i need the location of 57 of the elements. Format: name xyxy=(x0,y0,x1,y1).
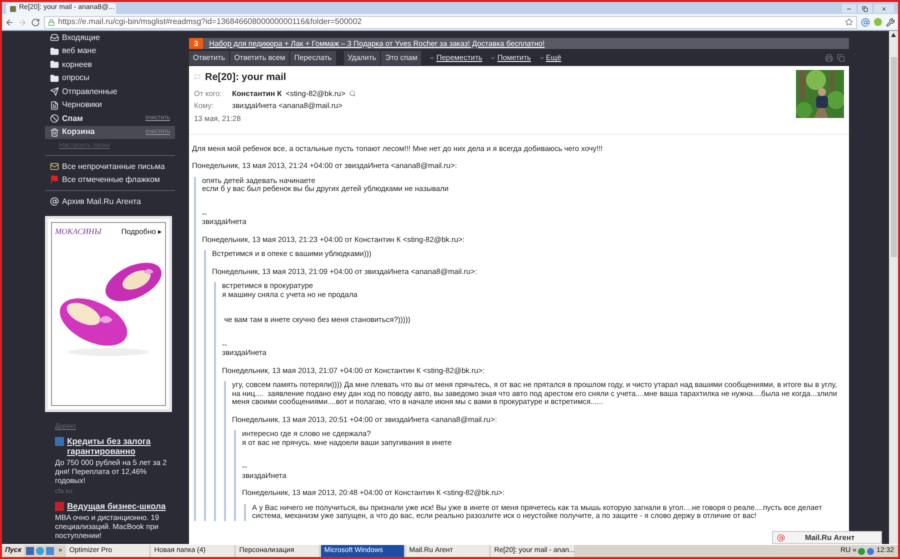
address-field[interactable]: https://e.mail.ru/cgi-bin/msglist#readmsg?id=13684660800000000116&folder=500002 xyxy=(44,16,857,28)
at-icon xyxy=(50,197,59,206)
ad-title-link[interactable]: Кредиты без залога гарантированно xyxy=(67,436,167,456)
caret-icon xyxy=(538,55,545,61)
folder-label: Черновики xyxy=(62,99,102,112)
ban-icon xyxy=(50,114,59,124)
settings-icon[interactable] xyxy=(886,18,895,26)
folder-item[interactable]: Черновики xyxy=(45,98,175,112)
print-icon[interactable] xyxy=(825,54,833,62)
reload-icon[interactable] xyxy=(31,18,40,26)
send-icon xyxy=(50,87,59,96)
caret-icon xyxy=(490,55,496,61)
caret-icon xyxy=(429,55,436,61)
folder-item[interactable]: веб мане xyxy=(45,44,175,58)
restore-button[interactable] xyxy=(858,4,872,13)
copy-icon[interactable] xyxy=(837,54,845,62)
folder-item[interactable]: Отправленные xyxy=(45,85,175,98)
app-icon[interactable] xyxy=(46,547,54,555)
folder-item[interactable]: корнеев xyxy=(45,58,175,72)
minimize-button[interactable] xyxy=(842,4,856,13)
restore-icon xyxy=(862,6,868,12)
envelope-icon xyxy=(50,162,59,171)
flag-icon xyxy=(50,175,59,184)
forward-icon[interactable] xyxy=(18,18,27,26)
banner-title: МОКАСИНЫ xyxy=(55,226,102,238)
folder-label: Входящие xyxy=(62,32,100,44)
folder-icon xyxy=(50,60,59,70)
folder-icon xyxy=(50,74,59,83)
trash-icon xyxy=(50,128,59,137)
folder-item[interactable]: Входящие xyxy=(45,31,175,44)
folder-label: Корзина xyxy=(62,126,95,138)
close-icon xyxy=(881,6,887,12)
folder-label: Спам xyxy=(62,112,83,125)
archive-link[interactable]: Архив Mail.Ru Агента xyxy=(45,195,175,208)
back-icon[interactable] xyxy=(5,18,14,26)
document-icon xyxy=(50,100,59,110)
folder-label: Отправленные xyxy=(62,86,118,98)
lock-icon xyxy=(48,18,55,26)
at-icon xyxy=(777,534,785,542)
folder-icon xyxy=(50,46,59,56)
ad-title-link[interactable]: Ведущая бизнес-школа xyxy=(67,500,166,510)
scrollbar[interactable] xyxy=(889,31,898,544)
folder-label: корнеев xyxy=(62,58,92,71)
extension-icon[interactable] xyxy=(874,18,882,26)
message-subject: Re[20]: your mail xyxy=(205,71,286,85)
filter-item[interactable]: Все отмеченные флажком xyxy=(45,173,175,186)
folder-label: опросы xyxy=(62,72,90,84)
star-icon[interactable] xyxy=(845,18,853,26)
folder-item[interactable]: опросы xyxy=(45,72,175,85)
scroll-up-icon[interactable] xyxy=(891,33,896,37)
search-icon[interactable] xyxy=(349,90,356,98)
at-icon[interactable] xyxy=(861,18,870,26)
filter-item[interactable]: Все непрочитанные письма xyxy=(45,160,175,173)
inbox-icon xyxy=(50,33,59,42)
close-button[interactable] xyxy=(874,4,894,13)
minimize-icon xyxy=(846,6,852,12)
folder-label: веб мане xyxy=(62,45,96,58)
